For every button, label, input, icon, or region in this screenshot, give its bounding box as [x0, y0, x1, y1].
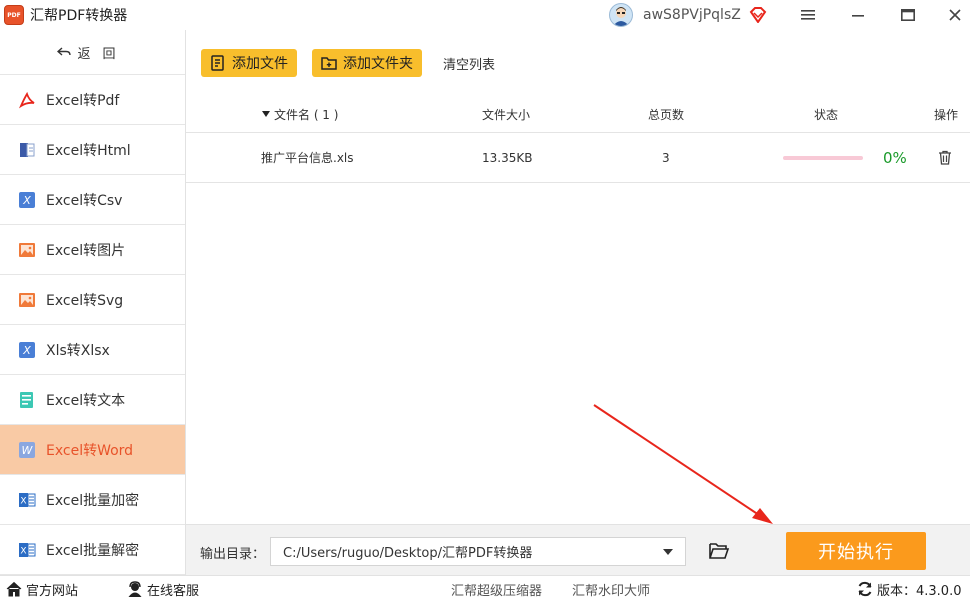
toolbar: 添加文件 添加文件夹 清空列表	[186, 30, 970, 96]
add-file-label: 添加文件	[232, 56, 288, 72]
add-file-button[interactable]: 添加文件	[201, 49, 297, 77]
add-folder-label: 添加文件夹	[343, 56, 413, 72]
clear-list-button[interactable]: 清空列表	[443, 54, 495, 73]
browse-folder-icon[interactable]	[708, 541, 730, 561]
website-label: 官方网站	[26, 583, 79, 599]
support-label: 在线客服	[147, 583, 200, 599]
sidebar-item-excel-to-svg[interactable]: Excel转Svg	[0, 275, 185, 325]
svg-text:X: X	[22, 344, 31, 357]
sidebar-item-label: Excel转Word	[46, 442, 134, 459]
svg-text:X: X	[22, 194, 31, 207]
file-size: 13.35KB	[482, 150, 533, 165]
compressor-link[interactable]: 汇帮超级压缩器	[451, 576, 542, 602]
header-file-name[interactable]: 文件名 ( 1 )	[261, 96, 338, 132]
sidebar-item-label: Excel转Pdf	[46, 92, 120, 109]
status-bar: 官方网站 在线客服 汇帮超级压缩器 汇帮水印大师 版本：4.3.0.0	[0, 575, 970, 602]
sidebar-item-label: Excel转Svg	[46, 292, 124, 309]
maximize-icon[interactable]	[896, 3, 920, 27]
image-icon	[18, 241, 36, 259]
sidebar-item-label: Excel转文本	[46, 392, 126, 409]
sidebar-item-excel-to-image[interactable]: Excel转图片	[0, 225, 185, 275]
sidebar-item-label: Excel转图片	[46, 242, 126, 259]
sidebar-item-xls-to-xlsx[interactable]: X Xls转Xlsx	[0, 325, 185, 375]
decrypt-icon: X	[18, 541, 36, 559]
back-label: 返回	[77, 46, 128, 62]
sidebar-item-excel-to-csv[interactable]: X Excel转Csv	[0, 175, 185, 225]
refresh-icon	[858, 581, 872, 597]
header-status: 状态	[814, 107, 839, 122]
sidebar-item-label: Excel转Csv	[46, 192, 123, 209]
add-file-icon	[211, 55, 224, 71]
website-link[interactable]: 官方网站	[6, 576, 78, 602]
svg-text:X: X	[20, 546, 26, 556]
sidebar-item-excel-to-html[interactable]: Excel转Html	[0, 125, 185, 175]
page-count: 3	[662, 150, 670, 165]
svg-text:X: X	[20, 496, 26, 506]
sidebar-item-label: Excel批量加密	[46, 492, 140, 509]
user-name[interactable]: awS8PVjPqlsZ	[643, 7, 741, 23]
svg-text:W: W	[22, 444, 34, 457]
progress-percent: 0%	[883, 148, 907, 167]
home-icon	[6, 581, 22, 597]
progress-bar	[783, 156, 863, 160]
xlsx-icon: X	[18, 341, 36, 359]
back-button[interactable]: 返回	[0, 30, 185, 75]
version-label: 版本：4.3.0.0	[877, 583, 962, 599]
svg-icon	[18, 291, 36, 309]
app-logo: PDF	[4, 5, 24, 25]
watermark-link[interactable]: 汇帮水印大师	[572, 576, 650, 602]
back-arrow-icon	[57, 47, 72, 56]
output-dir-select[interactable]: C:/Users/ruguo/Desktop/汇帮PDF转换器	[270, 537, 686, 566]
sort-down-icon	[262, 111, 270, 117]
user-avatar[interactable]	[609, 3, 633, 27]
close-icon[interactable]	[943, 3, 967, 27]
output-bar: 输出目录： C:/Users/ruguo/Desktop/汇帮PDF转换器 开始…	[186, 524, 970, 575]
header-action: 操作	[934, 107, 959, 122]
support-link[interactable]: 在线客服	[127, 576, 199, 602]
output-dir-path: C:/Users/ruguo/Desktop/汇帮PDF转换器	[283, 546, 533, 561]
sidebar-item-label: Excel转Html	[46, 142, 131, 159]
header-file-name-label: 文件名 ( 1 )	[274, 107, 339, 122]
vip-diamond-icon[interactable]	[749, 7, 767, 23]
table-row[interactable]: 推广平台信息.xls 13.35KB 3 0%	[186, 133, 970, 183]
version-info[interactable]: 版本：4.3.0.0	[857, 576, 961, 602]
user-area[interactable]: awS8PVjPqlsZ	[609, 3, 767, 27]
output-dir-label: 输出目录：	[200, 547, 266, 562]
sidebar-item-excel-to-pdf[interactable]: Excel转Pdf	[0, 75, 185, 125]
menu-icon[interactable]	[796, 3, 820, 27]
chevron-down-icon	[663, 549, 673, 555]
trash-icon	[939, 150, 951, 165]
file-table-header: 文件名 ( 1 ) 文件大小 总页数 状态 操作	[186, 96, 970, 133]
sidebar-item-label: Xls转Xlsx	[46, 342, 110, 359]
sidebar-item-excel-decrypt[interactable]: X Excel批量解密	[0, 525, 185, 575]
title-bar: PDF 汇帮PDF转换器 awS8PVjPqlsZ	[0, 0, 970, 30]
add-folder-button[interactable]: 添加文件夹	[312, 49, 422, 77]
csv-icon: X	[18, 191, 36, 209]
sidebar-item-label: Excel批量解密	[46, 542, 140, 559]
sidebar: 返回 Excel转Pdf Excel转Html X Excel转Csv Exce…	[0, 30, 186, 575]
sidebar-item-excel-to-text[interactable]: Excel转文本	[0, 375, 185, 425]
headset-icon	[128, 581, 142, 597]
app-title: 汇帮PDF转换器	[30, 8, 128, 24]
delete-button[interactable]	[938, 133, 952, 182]
word-icon: W	[18, 441, 36, 459]
start-button[interactable]: 开始执行	[786, 532, 926, 570]
header-page-count: 总页数	[648, 107, 685, 122]
header-file-size: 文件大小	[482, 107, 531, 122]
minimize-icon[interactable]	[846, 3, 870, 27]
file-name: 推广平台信息.xls	[261, 151, 354, 165]
sidebar-item-excel-to-word[interactable]: W Excel转Word	[0, 425, 185, 475]
encrypt-icon: X	[18, 491, 36, 509]
sidebar-item-excel-encrypt[interactable]: X Excel批量加密	[0, 475, 185, 525]
add-folder-icon	[321, 57, 337, 70]
html-icon	[18, 141, 36, 159]
text-icon	[18, 391, 36, 409]
pdf-icon	[18, 91, 36, 109]
